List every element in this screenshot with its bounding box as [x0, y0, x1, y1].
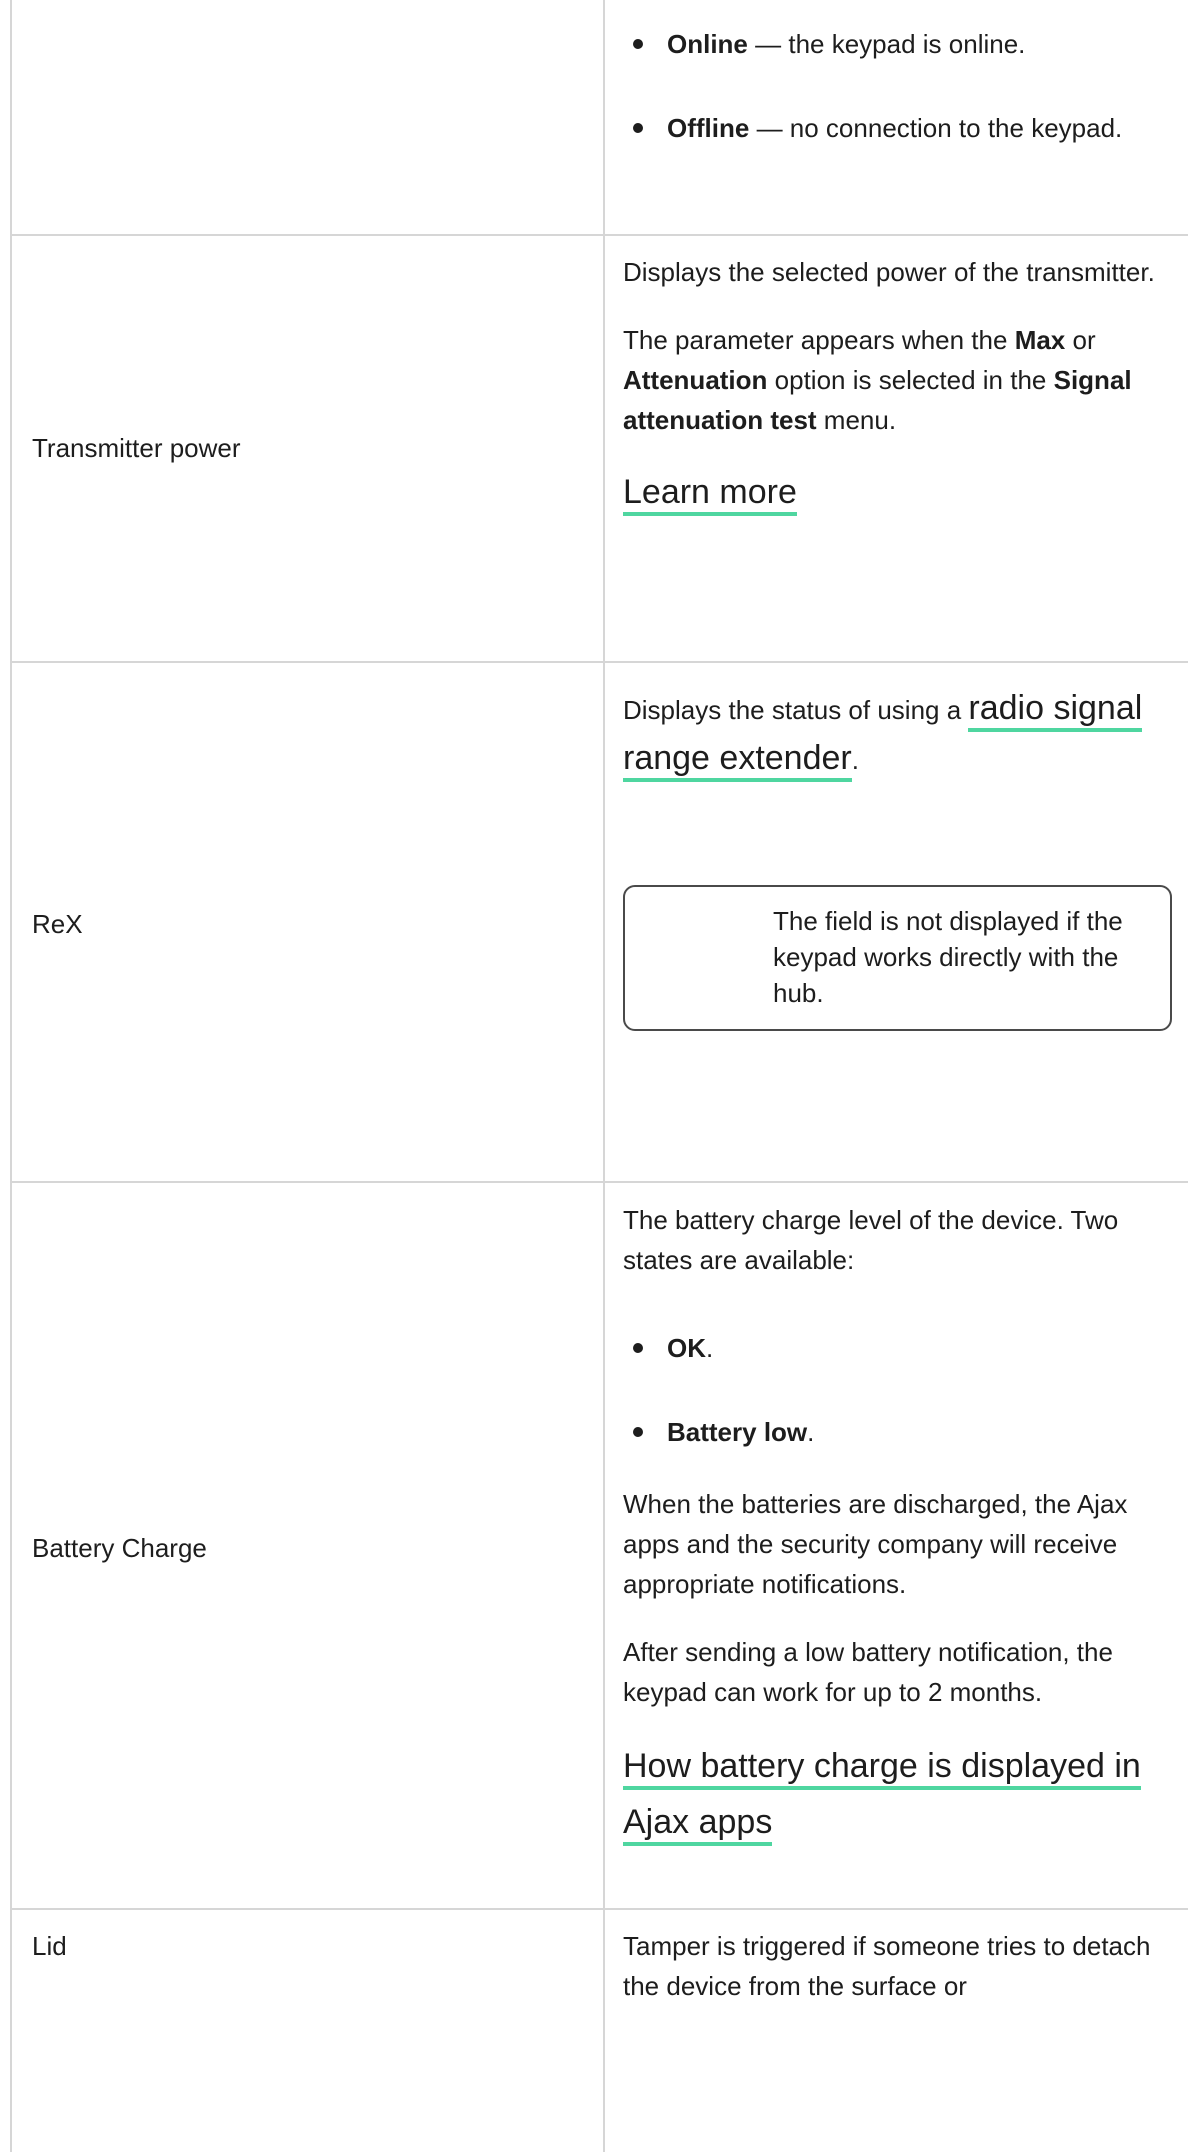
row-label-rex: ReX	[32, 909, 83, 939]
state-description: — the keypad is online.	[747, 29, 1026, 59]
bullet-dot	[633, 1343, 643, 1353]
warning-note: The field is not displayed if the keypad…	[623, 885, 1172, 1031]
row-divider	[10, 1181, 1188, 1183]
paragraph: Displays the selected power of the trans…	[623, 257, 1155, 287]
paragraph: When the batteries are discharged, the A…	[623, 1489, 1128, 1599]
bullet-dot	[633, 39, 643, 49]
list-item: Online — the keypad is online.	[623, 24, 1178, 64]
state-description: — no connection to the keypad.	[749, 113, 1123, 143]
row-divider	[10, 661, 1188, 663]
table-border-left	[10, 0, 12, 2152]
table-column-divider	[603, 0, 605, 2152]
state-term: Offline	[667, 113, 750, 143]
characteristics-table: Online — the keypad is online. Offline —…	[0, 0, 1188, 2152]
paragraph: Tamper is triggered if someone tries to …	[623, 1931, 1151, 2001]
connection-states: Online — the keypad is online. Offline —…	[623, 24, 1178, 148]
row-label-transmitter-power: Transmitter power	[32, 433, 241, 463]
row-label-battery-charge: Battery Charge	[32, 1533, 207, 1563]
list-item: Battery low.	[623, 1412, 1178, 1452]
battery-charge-description: The battery charge level of the device. …	[623, 1200, 1178, 1852]
battery-charge-apps-link[interactable]: How battery charge is displayed in Ajax …	[623, 1747, 1141, 1846]
row-label-lid: Lid	[32, 1931, 67, 1961]
row-divider	[10, 234, 1188, 236]
paragraph: The parameter appears when the Max or At…	[623, 325, 1132, 435]
row-divider	[10, 1908, 1188, 1910]
note-text: The field is not displayed if the keypad…	[773, 906, 1123, 1008]
bullet-dot	[633, 1427, 643, 1437]
paragraph: After sending a low battery notification…	[623, 1637, 1113, 1707]
rex-description: Displays the status of using a radio sig…	[623, 684, 1178, 784]
state-term: Online	[667, 29, 748, 59]
learn-more-link[interactable]: Learn more	[623, 473, 797, 516]
state-term: OK	[667, 1333, 706, 1363]
bullet-dot	[633, 123, 643, 133]
list-item: OK.	[623, 1328, 1178, 1368]
list-item: Offline — no connection to the keypad.	[623, 108, 1178, 148]
state-term: Battery low	[667, 1417, 808, 1447]
paragraph: Displays the status of using a radio sig…	[623, 684, 1178, 784]
paragraph: The battery charge level of the device. …	[623, 1205, 1119, 1275]
lid-description: Tamper is triggered if someone tries to …	[623, 1926, 1178, 2006]
transmitter-power-description: Displays the selected power of the trans…	[623, 252, 1178, 516]
